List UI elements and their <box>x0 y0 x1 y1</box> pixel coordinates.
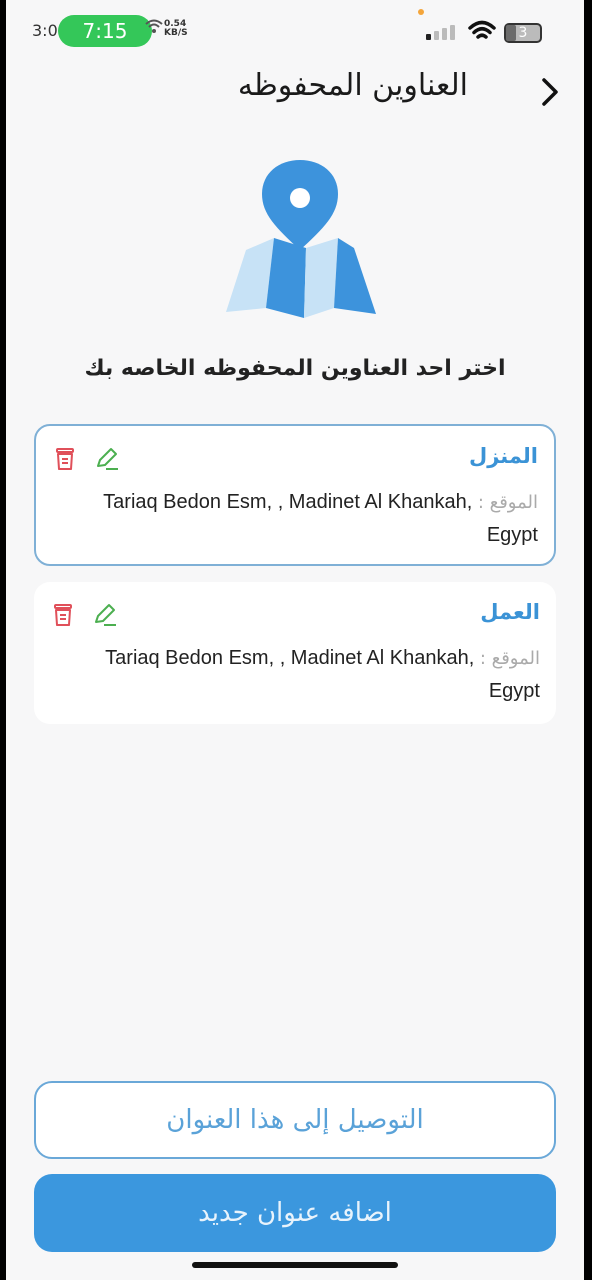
address-actions <box>50 602 118 628</box>
deliver-to-address-button[interactable]: التوصيل إلى هذا العنوان <box>34 1081 556 1159</box>
back-button[interactable] <box>534 72 566 112</box>
page-title: العناوين المحفوظه <box>237 68 468 103</box>
address-location: الموقع : Tariaq Bedon Esm, , Madinet Al … <box>54 642 540 707</box>
status-clock-partial: 3:0 <box>32 21 58 40</box>
edit-address-button[interactable] <box>94 446 120 472</box>
privacy-indicator-dot <box>418 9 424 15</box>
address-card-home[interactable]: المنزل الموقع : Tariaq Bedon Esm, , Madi… <box>34 424 556 566</box>
status-bar: 3:0 7:15 0.54 KB/S 3 <box>6 0 584 62</box>
chevron-right-icon <box>542 78 558 106</box>
pencil-icon <box>95 604 116 626</box>
edit-address-button[interactable] <box>92 602 118 628</box>
trash-icon <box>56 448 74 470</box>
address-name: العمل <box>480 600 540 624</box>
wifi-activity-icon <box>144 18 164 38</box>
instruction-text: اختر احد العناوين المحفوظه الخاصه بك <box>84 356 506 381</box>
address-card-work[interactable]: العمل الموقع : Tariaq Bedon Esm, , Madin… <box>34 582 556 724</box>
pencil-icon <box>97 448 118 470</box>
home-indicator[interactable] <box>192 1262 398 1268</box>
trash-icon <box>54 604 72 626</box>
location-value: Tariaq Bedon Esm, , Madinet Al Khankah, … <box>105 647 540 702</box>
address-name: المنزل <box>468 444 538 468</box>
network-speed: 0.54 KB/S <box>164 20 188 38</box>
add-new-address-button[interactable]: اضافه عنوان جديد <box>34 1174 556 1252</box>
network-speed-unit: KB/S <box>164 28 188 38</box>
battery-percent: 3 <box>518 25 528 41</box>
location-value: Tariaq Bedon Esm, , Madinet Al Khankah, … <box>103 491 538 546</box>
battery-icon: 3 <box>504 23 542 43</box>
address-location: الموقع : Tariaq Bedon Esm, , Madinet Al … <box>56 486 538 551</box>
cellular-signal-icon <box>426 24 458 46</box>
location-label: الموقع : <box>477 492 538 513</box>
location-label: الموقع : <box>479 648 540 669</box>
status-time-pill: 7:15 <box>58 15 152 47</box>
wifi-icon <box>468 20 496 46</box>
saved-addresses-screen: 3:0 7:15 0.54 KB/S 3 العناوين المحفوظه ا… <box>6 0 584 1280</box>
delete-address-button[interactable] <box>50 602 76 628</box>
map-pin-illustration <box>216 158 376 326</box>
delete-address-button[interactable] <box>52 446 78 472</box>
address-actions <box>52 446 120 472</box>
